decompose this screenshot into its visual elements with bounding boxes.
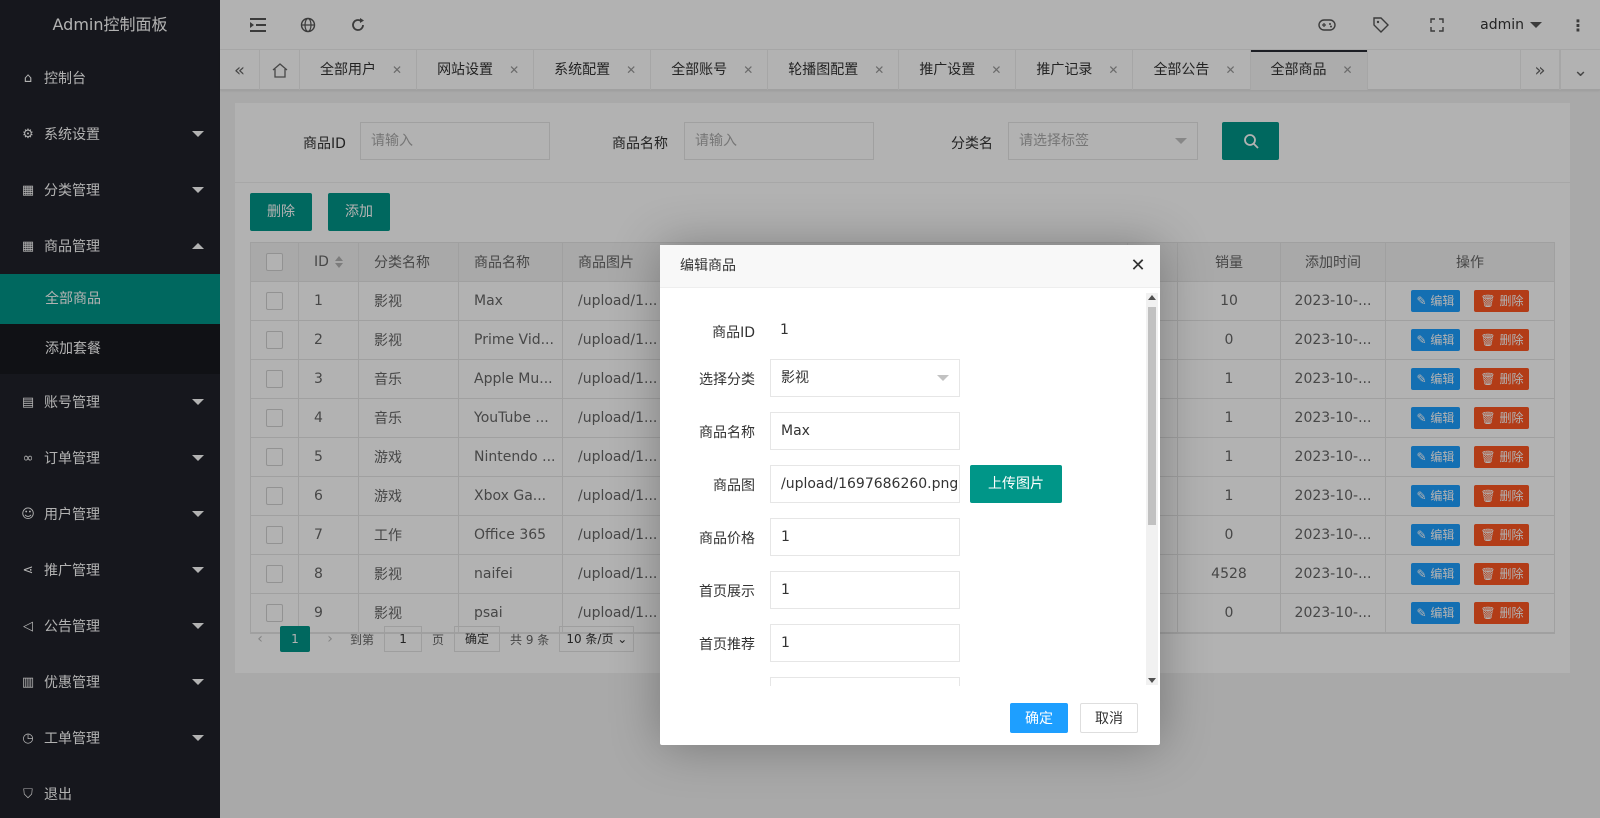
field-product-image: 商品图 /upload/1697686260.png 上传图片 xyxy=(660,465,1140,503)
upload-image-button[interactable]: 上传图片 xyxy=(970,465,1062,503)
edit-product-dialog: 编辑商品 ✕ 商品ID 1 选择分类 影视 商品名称 Max 商品图 /uplo… xyxy=(660,245,1160,745)
field-price: 商品价格 1 xyxy=(660,518,1140,556)
product-image-label: 商品图 xyxy=(713,478,755,494)
dialog-scrollbar[interactable] xyxy=(1146,293,1158,685)
field-home-show: 首页展示 1 xyxy=(660,571,1140,609)
product-name-input[interactable]: Max xyxy=(770,412,960,450)
partial-input[interactable] xyxy=(770,677,960,686)
field-home-recommend: 首页推荐 1 xyxy=(660,624,1140,662)
field-product-name: 商品名称 Max xyxy=(660,412,1140,450)
product-id-label: 商品ID xyxy=(712,325,755,341)
dialog-body: 商品ID 1 选择分类 影视 商品名称 Max 商品图 /upload/1697… xyxy=(660,288,1160,686)
home-recommend-input[interactable]: 1 xyxy=(770,624,960,662)
price-label: 商品价格 xyxy=(699,531,755,547)
scroll-up-icon[interactable] xyxy=(1148,295,1156,300)
close-icon[interactable]: ✕ xyxy=(1130,257,1146,275)
home-show-input[interactable]: 1 xyxy=(770,571,960,609)
scroll-down-icon[interactable] xyxy=(1148,678,1156,683)
field-category: 选择分类 影视 xyxy=(660,359,1140,397)
caret-down-icon xyxy=(937,375,949,381)
price-input[interactable]: 1 xyxy=(770,518,960,556)
field-next-partial xyxy=(660,677,1140,686)
category-select[interactable]: 影视 xyxy=(770,359,960,397)
category-label: 选择分类 xyxy=(699,372,755,388)
home-recommend-label: 首页推荐 xyxy=(699,637,755,653)
product-image-input[interactable]: /upload/1697686260.png xyxy=(770,465,960,503)
field-product-id: 商品ID 1 xyxy=(660,312,1140,350)
scrollbar-thumb[interactable] xyxy=(1148,307,1156,525)
dialog-title: 编辑商品 xyxy=(660,245,1160,288)
category-value: 影视 xyxy=(781,370,809,386)
cancel-button[interactable]: 取消 xyxy=(1080,703,1138,733)
home-show-label: 首页展示 xyxy=(699,584,755,600)
product-name-label: 商品名称 xyxy=(699,425,755,441)
confirm-button[interactable]: 确定 xyxy=(1010,703,1068,733)
product-id-value: 1 xyxy=(780,322,789,338)
